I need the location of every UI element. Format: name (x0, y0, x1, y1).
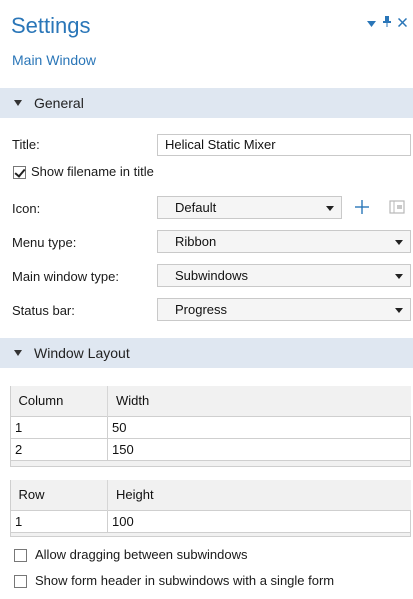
width-cell[interactable]: 50 (107, 415, 411, 439)
plus-icon (355, 200, 369, 214)
general-section-label: General (34, 95, 84, 111)
menu-type-label: Menu type: (12, 235, 77, 250)
collapse-arrow-icon (14, 350, 22, 356)
icon-label: Icon: (12, 201, 41, 216)
collapse-arrow-icon (14, 100, 22, 106)
height-cell[interactable]: 100 (107, 509, 411, 533)
column-cell[interactable]: 2 (10, 437, 108, 461)
main-window-type-select[interactable]: Subwindows (157, 264, 411, 287)
table-row: 1 100 (10, 509, 411, 533)
menu-type-select[interactable]: Ribbon (157, 230, 411, 253)
table-header-row: Column Width (10, 386, 411, 416)
settings-title: Settings (11, 13, 91, 38)
show-form-header-checkbox[interactable] (14, 575, 27, 588)
window-layout-section-label: Window Layout (34, 345, 130, 361)
pin-icon[interactable] (383, 16, 391, 29)
dropdown-arrow-icon[interactable] (367, 17, 376, 29)
icon-select-value: Default (175, 200, 217, 215)
status-bar-label: Status bar: (12, 303, 75, 318)
main-window-type-label: Main window type: (12, 269, 119, 284)
chevron-down-icon (326, 206, 334, 211)
main-window-type-value: Subwindows (175, 268, 248, 283)
title-input[interactable]: Helical Static Mixer (157, 134, 411, 156)
show-form-header-label: Show form header in subwindows with a si… (35, 573, 335, 588)
window-layout-section-header[interactable]: Window Layout (0, 338, 413, 368)
show-filename-checkbox[interactable] (13, 166, 26, 179)
title-label: Title: (12, 137, 40, 152)
allow-dragging-checkbox[interactable] (14, 549, 27, 562)
height-header[interactable]: Height (107, 480, 411, 510)
table-header-row: Row Height (10, 480, 411, 510)
add-icon-button[interactable] (351, 196, 373, 218)
icon-select[interactable]: Default (157, 196, 342, 219)
row-header[interactable]: Row (10, 480, 108, 510)
browse-icon-button[interactable] (386, 196, 408, 218)
table-row: 2 150 (10, 437, 411, 461)
width-header[interactable]: Width (107, 386, 411, 416)
allow-dragging-label: Allow dragging between subwindows (35, 547, 248, 562)
window-controls (367, 16, 408, 29)
row-cell[interactable]: 1 (10, 509, 108, 533)
chevron-down-icon (395, 274, 403, 279)
rows-table: Row Height 1 100 (10, 480, 411, 533)
chevron-down-icon (395, 308, 403, 313)
status-bar-select[interactable]: Progress (157, 298, 411, 321)
column-header[interactable]: Column (10, 386, 108, 416)
show-filename-label: Show filename in title (31, 164, 154, 179)
chevron-down-icon (395, 240, 403, 245)
browse-icon (389, 200, 405, 214)
column-cell[interactable]: 1 (10, 415, 108, 439)
table-row: 1 50 (10, 415, 411, 439)
settings-subtitle: Main Window (12, 52, 97, 68)
menu-type-value: Ribbon (175, 234, 217, 249)
close-icon[interactable] (397, 17, 408, 29)
general-section-header[interactable]: General (0, 88, 413, 118)
status-bar-value: Progress (175, 302, 228, 317)
width-cell[interactable]: 150 (107, 437, 411, 461)
columns-table: Column Width 1 50 2 150 (10, 386, 411, 461)
